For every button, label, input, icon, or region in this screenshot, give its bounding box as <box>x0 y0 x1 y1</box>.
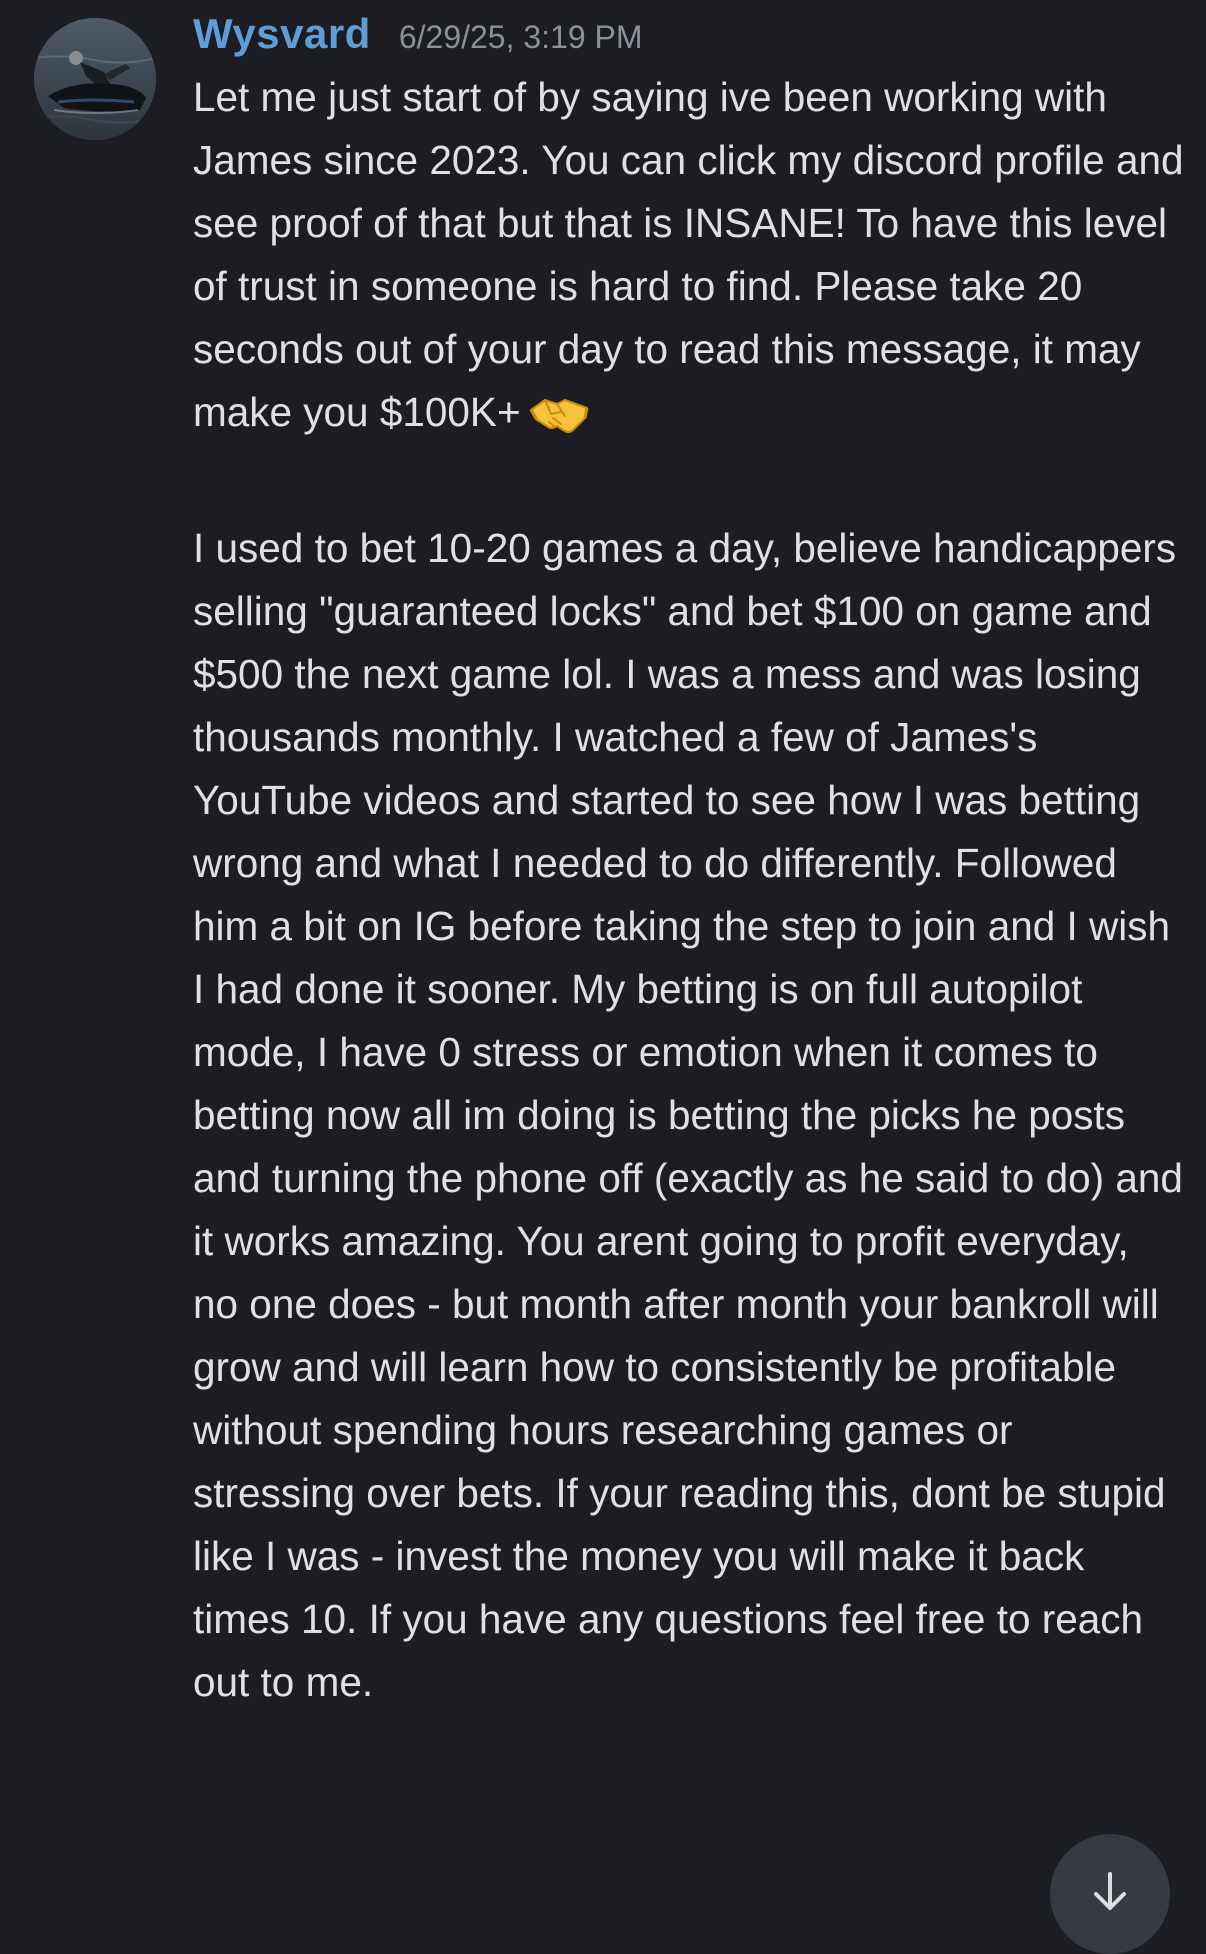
arrow-down-icon <box>1094 1872 1126 1910</box>
message-text: Let me just start of by saying ive been … <box>193 74 1184 435</box>
message-paragraph: I used to bet 10-20 games a day, believe… <box>193 525 1183 1705</box>
message-header: Wysvard 6/29/25, 3:19 PM <box>193 10 643 66</box>
message-content: Let me just start of by saying ive been … <box>193 66 1185 1714</box>
timestamp: 6/29/25, 3:19 PM <box>398 19 643 55</box>
handshake-emoji <box>527 391 591 454</box>
chat-message: Wysvard 6/29/25, 3:19 PM Let me just sta… <box>0 0 1206 1954</box>
jetski-rider-photo <box>34 18 156 140</box>
message-paragraph: Let me just start of by saying ive been … <box>193 66 1185 454</box>
user-avatar[interactable] <box>34 18 156 140</box>
username[interactable]: Wysvard <box>193 10 371 58</box>
jump-to-latest-button[interactable] <box>1050 1834 1170 1954</box>
